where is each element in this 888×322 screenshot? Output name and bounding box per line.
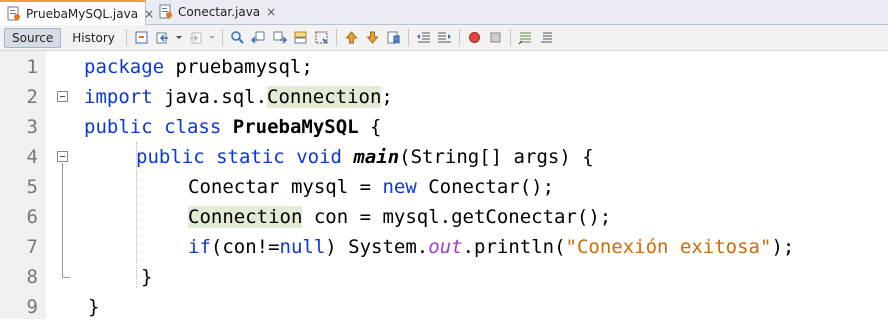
keyword: public <box>84 116 153 138</box>
line-number: 2 <box>26 86 38 108</box>
code-text: ) System. <box>325 236 429 258</box>
forward-icon[interactable] <box>187 29 204 46</box>
toolbar-separator <box>221 29 223 46</box>
code-line-2: import java.sql.Connection; <box>84 82 393 112</box>
code-line-6: Connection con = mysql.getConectar(); <box>188 202 611 232</box>
string-literal: "Conexión exitosa" <box>565 236 772 258</box>
keyword: if <box>188 236 211 258</box>
toolbar-separator <box>335 29 337 46</box>
static-field: out <box>428 236 463 258</box>
tab-pruebamysql[interactable]: PruebaMySQL.java × <box>0 0 154 25</box>
shift-right-icon[interactable] <box>436 29 453 46</box>
code-text: Conectar mysql = <box>188 176 383 198</box>
code-text: (String[] args) { <box>399 146 594 168</box>
code-line-9: } <box>88 292 99 322</box>
java-file-icon <box>6 6 21 21</box>
keyword: new <box>382 176 417 198</box>
toolbar-separator <box>509 29 511 46</box>
next-bookmark-icon[interactable] <box>364 29 381 46</box>
back-icon[interactable] <box>154 29 171 46</box>
tab-conectar[interactable]: Conectar.java × <box>152 0 276 23</box>
keyword: class <box>164 116 222 138</box>
keyword: public <box>136 146 205 168</box>
collapse-fold-icon[interactable] <box>57 91 68 102</box>
close-icon[interactable]: × <box>266 5 276 19</box>
source-button[interactable]: Source <box>4 27 62 48</box>
fold-guide-line <box>62 163 63 277</box>
start-macro-icon[interactable] <box>466 29 483 46</box>
chevron-down-icon[interactable] <box>208 29 216 46</box>
code-text: pruebamysql; <box>164 56 313 78</box>
code-text: ); <box>771 236 795 258</box>
keyword: import <box>84 86 153 108</box>
line-number: 3 <box>26 116 38 138</box>
find-selection-icon[interactable] <box>292 29 309 46</box>
line-number: 7 <box>26 236 38 258</box>
highlighted-identifier: Connection <box>188 206 303 228</box>
code-line-7: if(con!=null) System.out.println("Conexi… <box>188 232 794 262</box>
code-line-3: public class PruebaMySQL { <box>84 112 381 142</box>
editor-tab-bar: PruebaMySQL.java × Conectar.java × <box>0 0 888 25</box>
toolbar-separator <box>458 29 460 46</box>
stop-macro-icon[interactable] <box>487 29 504 46</box>
toggle-highlight-icon[interactable] <box>313 29 330 46</box>
code-line-4: public static void main(String[] args) { <box>136 142 594 172</box>
comment-icon[interactable] <box>517 29 534 46</box>
code-fold-column <box>46 51 76 319</box>
line-number: 5 <box>26 176 38 198</box>
toggle-bookmark-icon[interactable] <box>385 29 402 46</box>
closing-brace: } <box>141 266 153 288</box>
previous-bookmark-icon[interactable] <box>343 29 360 46</box>
line-number-gutter: 1 2 3 4 5 6 7 8 9 <box>0 51 47 319</box>
editor-toolbar: Source History <box>0 25 888 51</box>
uncomment-icon[interactable] <box>538 29 555 46</box>
shift-left-icon[interactable] <box>415 29 432 46</box>
find-next-icon[interactable] <box>271 29 288 46</box>
toolbar-separator <box>407 29 409 46</box>
keyword: package <box>84 56 165 78</box>
code-line-1: package pruebamysql; <box>84 52 313 82</box>
highlighted-identifier: Connection <box>267 86 382 108</box>
code-text: .println( <box>462 236 566 258</box>
method-name: main <box>353 146 400 168</box>
code-text: con = mysql.getConectar(); <box>302 206 612 228</box>
code-text: Conectar(); <box>416 176 555 198</box>
keyword: static <box>216 146 285 168</box>
class-name: PruebaMySQL <box>232 116 359 138</box>
line-number: 8 <box>26 266 38 288</box>
line-number: 6 <box>26 206 38 228</box>
collapse-fold-icon[interactable] <box>57 151 68 162</box>
code-text: { <box>358 116 382 138</box>
last-edit-icon[interactable] <box>133 29 150 46</box>
code-editor[interactable]: package pruebamysql; import java.sql.Con… <box>84 51 888 319</box>
java-file-icon <box>158 4 173 19</box>
keyword: void <box>296 146 342 168</box>
code-text: java.sql. <box>152 86 268 108</box>
code-text: (con!= <box>210 236 280 258</box>
code-text: ; <box>381 86 393 108</box>
history-button[interactable]: History <box>65 28 122 48</box>
chevron-down-icon[interactable] <box>175 29 183 46</box>
keyword: null <box>279 236 326 258</box>
code-line-5: Conectar mysql = new Conectar(); <box>188 172 554 202</box>
line-number: 9 <box>26 296 38 318</box>
find-previous-icon[interactable] <box>250 29 267 46</box>
tab-label: PruebaMySQL.java <box>26 6 139 21</box>
closing-brace: } <box>88 296 100 318</box>
line-number: 4 <box>26 146 38 168</box>
fold-end-marker <box>62 277 70 278</box>
line-number: 1 <box>26 56 38 78</box>
find-icon[interactable] <box>229 29 246 46</box>
tab-label: Conectar.java <box>178 4 261 19</box>
code-line-8: } <box>141 262 152 292</box>
toolbar-separator <box>125 29 127 46</box>
